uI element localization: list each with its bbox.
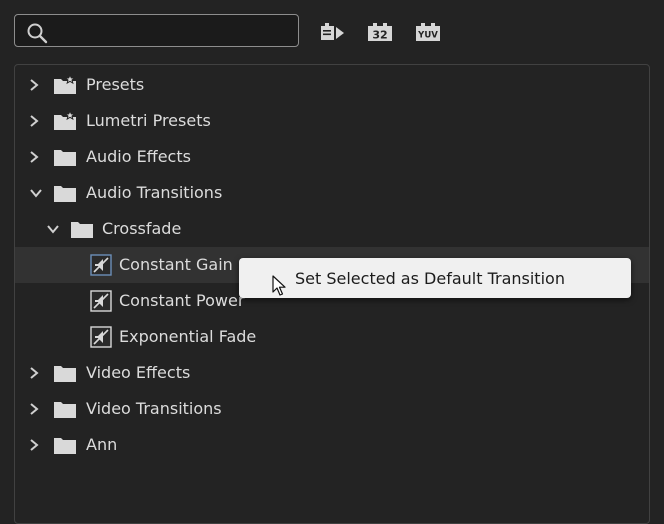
chevron-right-icon[interactable]	[27, 366, 41, 380]
audio-transition-icon	[90, 326, 112, 348]
tree-item-video-transitions[interactable]: Video Transitions	[15, 391, 649, 427]
context-menu: Set Selected as Default Transition	[239, 258, 631, 298]
32-bit-color-button[interactable]: 32	[366, 20, 394, 44]
effects-toolbar: 32 YUV	[0, 0, 664, 60]
tree-label: Constant Power	[119, 291, 245, 310]
preset-folder-icon	[54, 111, 76, 130]
tree-item-audio-transitions[interactable]: Audio Transitions	[15, 175, 649, 211]
accelerated-effects-icon	[321, 23, 344, 40]
audio-transition-icon	[90, 254, 112, 276]
chevron-right-icon[interactable]	[27, 402, 41, 416]
32-bit-icon: 32	[368, 23, 392, 42]
set-default-transition-menu-item[interactable]: Set Selected as Default Transition	[239, 258, 631, 298]
tree-label: Presets	[86, 75, 145, 94]
chevron-right-icon[interactable]	[27, 438, 41, 452]
tree-label: Audio Transitions	[86, 183, 223, 202]
yuv-label: YUV	[417, 31, 438, 41]
folder-icon	[54, 438, 76, 454]
tree-label: Video Effects	[86, 363, 191, 382]
folder-icon	[54, 366, 76, 382]
yuv-icon: YUV	[416, 23, 440, 41]
folder-icon	[71, 222, 93, 238]
accelerated-effects-button[interactable]	[318, 20, 346, 44]
folder-icon	[54, 150, 76, 166]
search-field[interactable]	[14, 14, 299, 47]
tree-label: Ann	[86, 435, 118, 454]
32-bit-label: 32	[372, 29, 387, 42]
audio-transition-icon	[90, 290, 112, 312]
tree-item-presets[interactable]: Presets	[15, 67, 649, 103]
search-icon	[27, 23, 48, 44]
tree-item-video-effects[interactable]: Video Effects	[15, 355, 649, 391]
tree-label: Crossfade	[102, 219, 182, 238]
chevron-right-icon[interactable]	[27, 78, 41, 92]
tree-item-ann[interactable]: Ann	[15, 427, 649, 463]
menu-item-label: Set Selected as Default Transition	[295, 269, 565, 288]
folder-icon	[54, 402, 76, 418]
chevron-right-icon[interactable]	[27, 114, 41, 128]
yuv-button[interactable]: YUV	[414, 20, 442, 44]
tree-label: Exponential Fade	[119, 327, 257, 346]
tree-item-lumetri-presets[interactable]: Lumetri Presets	[15, 103, 649, 139]
mouse-cursor-icon	[272, 275, 286, 296]
chevron-right-icon[interactable]	[27, 150, 41, 164]
folder-icon	[54, 186, 76, 202]
tree-label: Constant Gain	[119, 255, 233, 274]
tree-label: Audio Effects	[86, 147, 191, 166]
search-input[interactable]	[55, 19, 294, 45]
tree-label: Lumetri Presets	[86, 111, 211, 130]
chevron-down-icon[interactable]	[46, 222, 60, 236]
tree-item-exponential-fade[interactable]: Exponential Fade	[15, 319, 649, 355]
preset-folder-icon	[54, 75, 76, 94]
tree-label: Video Transitions	[86, 399, 222, 418]
tree-item-audio-effects[interactable]: Audio Effects	[15, 139, 649, 175]
chevron-down-icon[interactable]	[29, 186, 43, 200]
tree-item-crossfade[interactable]: Crossfade	[15, 211, 649, 247]
